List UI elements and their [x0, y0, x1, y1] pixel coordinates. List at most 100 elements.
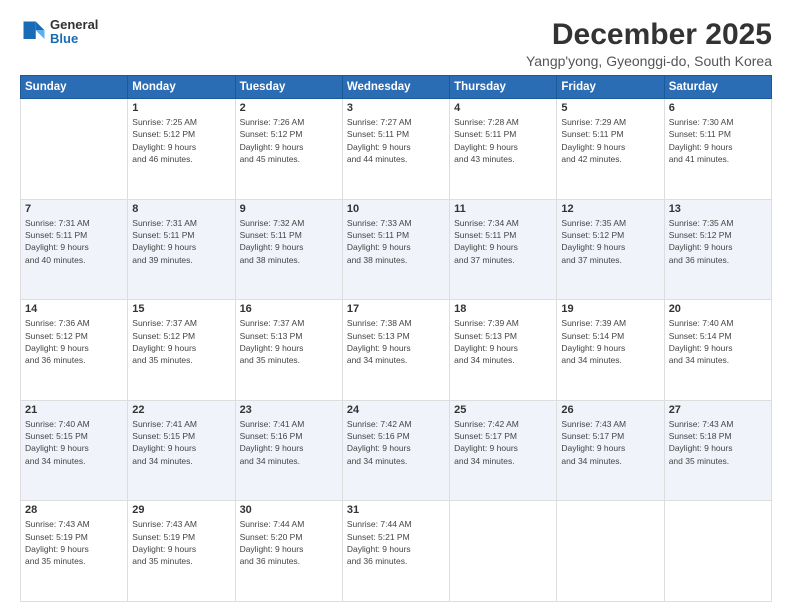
col-sunday: Sunday [21, 76, 128, 99]
logo-blue-text: Blue [50, 32, 98, 46]
table-cell: 6Sunrise: 7:30 AM Sunset: 5:11 PM Daylig… [664, 99, 771, 200]
table-cell: 3 Sunrise: 7:27 AM Sunset: 5:11 PM Daylig… [342, 99, 449, 200]
day-number: 8 [132, 203, 230, 215]
logo: General Blue [20, 18, 98, 47]
table-cell: 27 Sunrise: 7:43 AM Sunset: 5:18 PM Dayli… [664, 400, 771, 501]
table-row: 28Sunrise: 7:43 AM Sunset: 5:19 PM Dayli… [21, 501, 772, 602]
table-cell: 29 Sunrise: 7:43 AM Sunset: 5:19 PM Dayli… [128, 501, 235, 602]
title-block: December 2025 Yangp'yong, Gyeonggi-do, S… [526, 18, 772, 69]
day-number: 17 [347, 303, 445, 315]
table-cell: 23Sunrise: 7:41 AM Sunset: 5:16 PM Dayli… [235, 400, 342, 501]
day-number: 21 [25, 404, 123, 416]
day-info: Sunrise: 7:44 AM Sunset: 5:21 PM Dayligh… [347, 518, 445, 567]
table-cell [557, 501, 664, 602]
table-cell [664, 501, 771, 602]
day-number: 20 [669, 303, 767, 315]
table-cell: 22Sunrise: 7:41 AM Sunset: 5:15 PM Dayli… [128, 400, 235, 501]
col-saturday: Saturday [664, 76, 771, 99]
table-cell: 31 Sunrise: 7:44 AM Sunset: 5:21 PM Dayli… [342, 501, 449, 602]
day-number: 6 [669, 102, 767, 114]
table-row: 1 Sunrise: 7:25 AM Sunset: 5:12 PM Daylig… [21, 99, 772, 200]
table-cell: 5 Sunrise: 7:29 AM Sunset: 5:11 PM Daylig… [557, 99, 664, 200]
table-cell: 15Sunrise: 7:37 AM Sunset: 5:12 PM Dayli… [128, 300, 235, 401]
day-number: 30 [240, 504, 338, 516]
table-cell: 28Sunrise: 7:43 AM Sunset: 5:19 PM Dayli… [21, 501, 128, 602]
day-number: 25 [454, 404, 552, 416]
day-info: Sunrise: 7:34 AM Sunset: 5:11 PM Dayligh… [454, 217, 552, 266]
day-info: Sunrise: 7:31 AM Sunset: 5:11 PM Dayligh… [25, 217, 123, 266]
day-number: 31 [347, 504, 445, 516]
day-number: 12 [561, 203, 659, 215]
day-number: 9 [240, 203, 338, 215]
day-info: Sunrise: 7:42 AM Sunset: 5:17 PM Dayligh… [454, 418, 552, 467]
table-cell: 20 Sunrise: 7:40 AM Sunset: 5:14 PM Dayli… [664, 300, 771, 401]
day-info: Sunrise: 7:37 AM Sunset: 5:13 PM Dayligh… [240, 317, 338, 366]
day-info: Sunrise: 7:39 AM Sunset: 5:14 PM Dayligh… [561, 317, 659, 366]
day-number: 13 [669, 203, 767, 215]
day-number: 23 [240, 404, 338, 416]
day-info: Sunrise: 7:31 AM Sunset: 5:11 PM Dayligh… [132, 217, 230, 266]
table-cell: 30 Sunrise: 7:44 AM Sunset: 5:20 PM Dayli… [235, 501, 342, 602]
day-info: Sunrise: 7:37 AM Sunset: 5:12 PM Dayligh… [132, 317, 230, 366]
col-friday: Friday [557, 76, 664, 99]
table-cell [21, 99, 128, 200]
day-number: 29 [132, 504, 230, 516]
day-info: Sunrise: 7:36 AM Sunset: 5:12 PM Dayligh… [25, 317, 123, 366]
day-number: 26 [561, 404, 659, 416]
day-info: Sunrise: 7:35 AM Sunset: 5:12 PM Dayligh… [561, 217, 659, 266]
calendar-subtitle: Yangp'yong, Gyeonggi-do, South Korea [526, 53, 772, 69]
table-cell: 7 Sunrise: 7:31 AM Sunset: 5:11 PM Daylig… [21, 199, 128, 300]
day-number: 18 [454, 303, 552, 315]
col-monday: Monday [128, 76, 235, 99]
table-cell: 17 Sunrise: 7:38 AM Sunset: 5:13 PM Dayli… [342, 300, 449, 401]
day-number: 19 [561, 303, 659, 315]
day-number: 16 [240, 303, 338, 315]
day-info: Sunrise: 7:44 AM Sunset: 5:20 PM Dayligh… [240, 518, 338, 567]
day-info: Sunrise: 7:43 AM Sunset: 5:19 PM Dayligh… [132, 518, 230, 567]
table-cell: 4 Sunrise: 7:28 AM Sunset: 5:11 PM Daylig… [450, 99, 557, 200]
day-number: 7 [25, 203, 123, 215]
logo-icon [20, 18, 48, 46]
day-info: Sunrise: 7:39 AM Sunset: 5:13 PM Dayligh… [454, 317, 552, 366]
day-number: 27 [669, 404, 767, 416]
day-info: Sunrise: 7:40 AM Sunset: 5:14 PM Dayligh… [669, 317, 767, 366]
day-info: Sunrise: 7:35 AM Sunset: 5:12 PM Dayligh… [669, 217, 767, 266]
day-number: 2 [240, 102, 338, 114]
day-info: Sunrise: 7:38 AM Sunset: 5:13 PM Dayligh… [347, 317, 445, 366]
header: General Blue December 2025 Yangp'yong, G… [20, 18, 772, 69]
logo-general-text: General [50, 18, 98, 32]
day-info: Sunrise: 7:43 AM Sunset: 5:18 PM Dayligh… [669, 418, 767, 467]
table-cell: 11 Sunrise: 7:34 AM Sunset: 5:11 PM Dayli… [450, 199, 557, 300]
day-info: Sunrise: 7:29 AM Sunset: 5:11 PM Dayligh… [561, 116, 659, 165]
table-row: 7 Sunrise: 7:31 AM Sunset: 5:11 PM Daylig… [21, 199, 772, 300]
day-number: 4 [454, 102, 552, 114]
day-number: 14 [25, 303, 123, 315]
day-number: 22 [132, 404, 230, 416]
day-number: 1 [132, 102, 230, 114]
day-info: Sunrise: 7:27 AM Sunset: 5:11 PM Dayligh… [347, 116, 445, 165]
day-info: Sunrise: 7:25 AM Sunset: 5:12 PM Dayligh… [132, 116, 230, 165]
table-cell: 21 Sunrise: 7:40 AM Sunset: 5:15 PM Dayli… [21, 400, 128, 501]
day-number: 11 [454, 203, 552, 215]
day-info: Sunrise: 7:43 AM Sunset: 5:19 PM Dayligh… [25, 518, 123, 567]
table-cell: 18 Sunrise: 7:39 AM Sunset: 5:13 PM Dayli… [450, 300, 557, 401]
table-cell: 13 Sunrise: 7:35 AM Sunset: 5:12 PM Dayli… [664, 199, 771, 300]
day-info: Sunrise: 7:28 AM Sunset: 5:11 PM Dayligh… [454, 116, 552, 165]
calendar-table: Sunday Monday Tuesday Wednesday Thursday… [20, 75, 772, 602]
table-cell: 9Sunrise: 7:32 AM Sunset: 5:11 PM Daylig… [235, 199, 342, 300]
table-cell: 24Sunrise: 7:42 AM Sunset: 5:16 PM Dayli… [342, 400, 449, 501]
day-info: Sunrise: 7:40 AM Sunset: 5:15 PM Dayligh… [25, 418, 123, 467]
col-wednesday: Wednesday [342, 76, 449, 99]
day-number: 3 [347, 102, 445, 114]
table-row: 21 Sunrise: 7:40 AM Sunset: 5:15 PM Dayli… [21, 400, 772, 501]
table-cell: 1 Sunrise: 7:25 AM Sunset: 5:12 PM Daylig… [128, 99, 235, 200]
table-cell [450, 501, 557, 602]
table-cell: 16 Sunrise: 7:37 AM Sunset: 5:13 PM Dayli… [235, 300, 342, 401]
page: General Blue December 2025 Yangp'yong, G… [0, 0, 792, 612]
day-info: Sunrise: 7:33 AM Sunset: 5:11 PM Dayligh… [347, 217, 445, 266]
table-cell: 19 Sunrise: 7:39 AM Sunset: 5:14 PM Dayli… [557, 300, 664, 401]
table-row: 14 Sunrise: 7:36 AM Sunset: 5:12 PM Dayli… [21, 300, 772, 401]
table-cell: 14 Sunrise: 7:36 AM Sunset: 5:12 PM Dayli… [21, 300, 128, 401]
day-number: 10 [347, 203, 445, 215]
day-number: 5 [561, 102, 659, 114]
